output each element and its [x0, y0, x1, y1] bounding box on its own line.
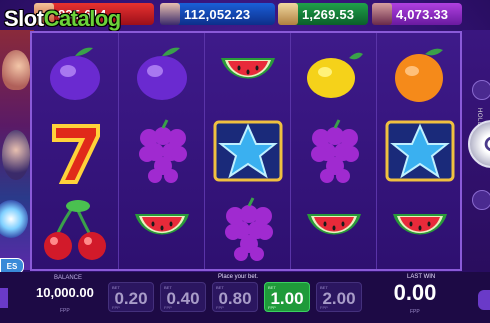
orange-icon: [394, 48, 443, 102]
bet-unit: FPP: [320, 305, 328, 310]
bet-unit: FPP: [216, 305, 224, 310]
jackpot-green-value: 1,269.53: [302, 6, 355, 22]
plum-icon: [49, 47, 100, 100]
reel-grid: [30, 31, 462, 271]
jackpot-purple-value: 4,073.33: [396, 6, 449, 22]
reel-column: [32, 33, 117, 269]
star-icon: [385, 120, 454, 182]
plum-icon: [136, 47, 187, 100]
bet-option[interactable]: BET 0.80 FPP: [212, 282, 258, 312]
star-icon: [213, 120, 282, 182]
left-character-panel: [0, 30, 34, 270]
jackpot-blue-value: 112,052.23: [184, 6, 251, 22]
bet-option[interactable]: BET 2.00 FPP: [316, 282, 362, 312]
symbol-watermelon: [381, 191, 458, 267]
symbol-watermelon: [295, 191, 372, 267]
grapes-icon: [224, 197, 273, 261]
avatar: [372, 3, 392, 25]
jackpot-blue: 112,052.23: [160, 3, 275, 25]
bet-option-selected[interactable]: BET 1.00 FPP: [264, 282, 310, 312]
place-bet-text: Place your bet.: [218, 274, 259, 280]
watermelon-icon: [220, 58, 275, 79]
logo-text-slot: Slot: [4, 6, 44, 31]
symbol-star: [381, 113, 458, 189]
symbol-orange: [381, 35, 458, 111]
symbol-grapes: [209, 191, 286, 267]
bet-unit: FPP: [268, 305, 276, 310]
symbol-seven: [36, 113, 113, 189]
symbol-watermelon: [123, 191, 200, 267]
bet-option[interactable]: BET 0.40 FPP: [160, 282, 206, 312]
autoplay-button[interactable]: [472, 80, 490, 100]
character-portrait: [2, 130, 30, 180]
bottom-control-bar: BALANCE 10,000.00 FPP Place your bet. BE…: [0, 272, 490, 323]
left-menu-tab[interactable]: [0, 288, 8, 308]
symbol-lemon: [295, 35, 372, 111]
symbol-plum: [123, 35, 200, 111]
lemon-icon: [306, 52, 363, 98]
settings-button[interactable]: [472, 190, 490, 210]
crystal-orb-icon: [0, 200, 28, 238]
balance-unit: FPP: [60, 308, 70, 314]
avatar: [278, 3, 298, 25]
reel-column: [204, 33, 290, 269]
grapes-icon: [138, 119, 187, 183]
seven-icon: [51, 124, 100, 184]
logo-text-catalog: Catalog: [43, 6, 122, 31]
watermelon-icon: [392, 214, 447, 235]
symbol-watermelon: [209, 35, 286, 111]
bet-unit: FPP: [164, 305, 172, 310]
watermelon-icon: [306, 214, 361, 235]
character-portrait: [2, 50, 30, 90]
symbol-plum: [36, 35, 113, 111]
symbol-grapes: [295, 113, 372, 189]
cherries-icon: [43, 200, 106, 260]
bet-option[interactable]: BET 0.20 FPP: [108, 282, 154, 312]
balance-label: BALANCE: [54, 275, 83, 281]
last-win-value: 0.00: [393, 280, 437, 305]
site-logo: SlotCatalog: [4, 6, 121, 32]
symbol-grapes: [123, 113, 200, 189]
symbol-star: [209, 113, 286, 189]
reel-column: [118, 33, 204, 269]
reel-column: [376, 33, 462, 269]
balance-value: 10,000.00: [36, 285, 94, 300]
symbol-cherries: [36, 191, 113, 267]
bet-unit: FPP: [112, 305, 120, 310]
right-menu-tab[interactable]: [478, 290, 490, 310]
last-win-unit: FPP: [410, 309, 420, 315]
jackpot-purple: 4,073.33: [372, 3, 462, 25]
refresh-icon: [484, 136, 490, 151]
avatar: [160, 3, 180, 25]
reel-column: [290, 33, 376, 269]
grapes-icon: [310, 119, 359, 183]
jackpot-green: 1,269.53: [278, 3, 368, 25]
watermelon-icon: [134, 214, 189, 235]
game-stage: 835,614 112,052.23 1,269.53 4,073.33 Slo…: [0, 0, 490, 323]
